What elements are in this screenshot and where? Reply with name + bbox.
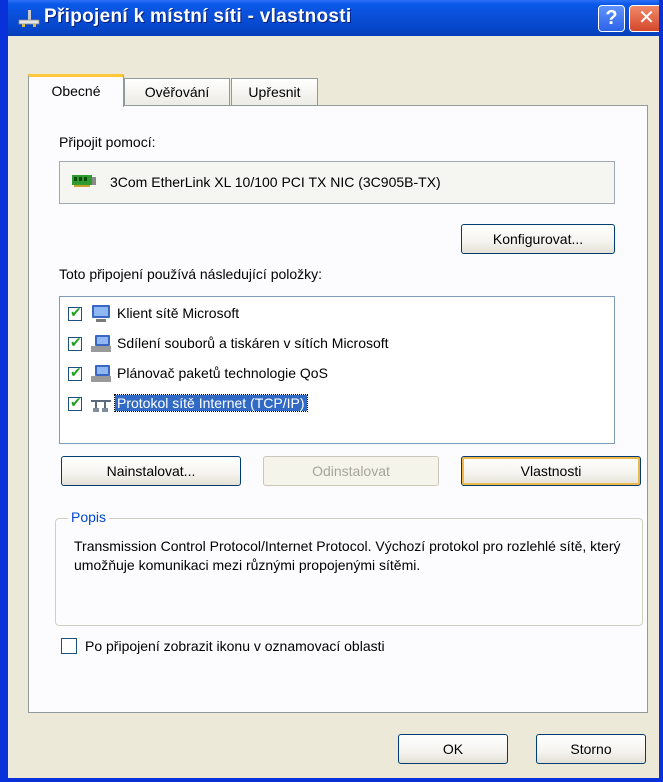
adapter-name: 3Com EtherLink XL 10/100 PCI TX NIC (3C9… bbox=[110, 174, 441, 190]
component-label: Klient sítě Microsoft bbox=[117, 305, 240, 321]
title-bar[interactable]: Připojení k místní síti - vlastnosti ? ✕ bbox=[8, 0, 659, 36]
install-button[interactable]: Nainstalovat... bbox=[61, 456, 241, 486]
tab-advanced[interactable]: Upřesnit bbox=[231, 78, 318, 105]
show-icon-label: Po připojení zobrazit ikonu v oznamovací… bbox=[85, 638, 385, 654]
tab-panel-general: Připojit pomocí: 3Com EtherLink XL 10/10… bbox=[28, 105, 648, 713]
cancel-button[interactable]: Storno bbox=[536, 734, 646, 764]
checkmark-icon: ✔ bbox=[70, 394, 82, 410]
adapter-field: 3Com EtherLink XL 10/100 PCI TX NIC (3C9… bbox=[59, 161, 615, 204]
component-checkbox[interactable]: ✔ bbox=[68, 334, 82, 351]
show-icon-checkbox[interactable] bbox=[61, 638, 77, 654]
network-connection-icon bbox=[18, 10, 40, 27]
components-label: Toto připojení používá následující polož… bbox=[59, 266, 323, 282]
properties-dialog: Připojení k místní síti - vlastnosti ? ✕… bbox=[0, 0, 663, 782]
window-title: Připojení k místní síti - vlastnosti bbox=[44, 6, 352, 27]
component-label: Sdílení souborů a tiskáren v sítích Micr… bbox=[117, 335, 389, 351]
tab-authentication[interactable]: Ověřování bbox=[124, 78, 230, 105]
properties-button[interactable]: Vlastnosti bbox=[461, 456, 641, 486]
component-label: Protokol sítě Internet (TCP/IP) bbox=[114, 394, 308, 412]
checkmark-icon: ✔ bbox=[70, 304, 82, 320]
close-button[interactable]: ✕ bbox=[629, 5, 659, 32]
tab-general[interactable]: Obecné bbox=[28, 74, 124, 107]
components-list[interactable]: ✔ Klient sítě Microsoft ✔ Sdílení soubor… bbox=[59, 296, 615, 444]
component-checkbox[interactable]: ✔ bbox=[68, 364, 82, 381]
network-protocol-icon bbox=[91, 400, 111, 412]
connect-using-label: Připojit pomocí: bbox=[59, 134, 156, 150]
description-group: Popis Transmission Control Protocol/Inte… bbox=[55, 509, 643, 626]
configure-button[interactable]: Konfigurovat... bbox=[461, 224, 615, 254]
ok-button[interactable]: OK bbox=[398, 734, 508, 764]
network-adapter-icon bbox=[72, 175, 96, 187]
component-checkbox[interactable]: ✔ bbox=[68, 304, 82, 321]
component-checkbox[interactable]: ✔ bbox=[68, 394, 82, 411]
checkmark-icon: ✔ bbox=[70, 364, 82, 380]
component-label: Plánovač paketů technologie QoS bbox=[117, 365, 328, 381]
description-title: Popis bbox=[68, 509, 110, 525]
computer-icon bbox=[92, 305, 110, 322]
checkmark-icon: ✔ bbox=[70, 334, 82, 350]
help-button[interactable]: ? bbox=[598, 5, 625, 32]
description-text: Transmission Control Protocol/Internet P… bbox=[74, 538, 621, 573]
computer-icon bbox=[91, 365, 111, 382]
uninstall-button[interactable]: Odinstalovat bbox=[263, 456, 439, 486]
computer-icon bbox=[91, 335, 111, 352]
